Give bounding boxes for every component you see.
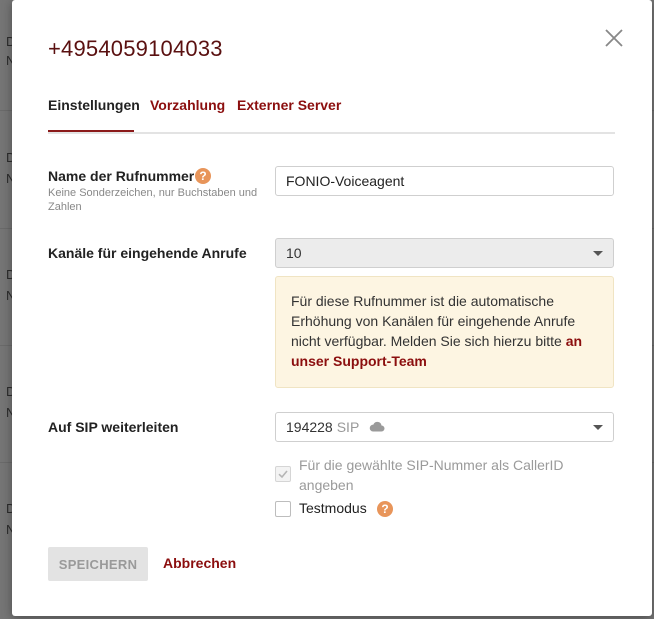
channels-label: Kanäle für eingehende Anrufe	[48, 245, 247, 261]
sip-label: Auf SIP weiterleiten	[48, 419, 179, 435]
chevron-down-icon	[593, 251, 603, 256]
callerid-label: Für die gewählte SIP-Nummer als CallerID…	[299, 457, 564, 493]
active-tab-indicator	[48, 130, 134, 132]
notice-text: Für diese Rufnummer ist die automatische…	[291, 293, 576, 349]
close-icon	[605, 29, 623, 47]
tab-vorzahlung[interactable]: Vorzahlung	[150, 97, 225, 113]
sip-number: 194228	[286, 419, 333, 435]
save-button[interactable]: SPEICHERN	[48, 547, 148, 581]
cloud-icon	[369, 422, 385, 432]
checkmark-icon	[278, 470, 288, 479]
sip-tag: SIP	[336, 419, 360, 435]
cancel-button[interactable]: Abbrechen	[163, 555, 236, 571]
tab-externer-server[interactable]: Externer Server	[237, 97, 341, 113]
channels-notice: Für diese Rufnummer ist die automatische…	[275, 276, 614, 388]
name-input[interactable]	[275, 166, 614, 196]
question-icon[interactable]: ?	[377, 501, 393, 517]
settings-tabs: Einstellungen Vorzahlung Externer Server	[48, 97, 615, 134]
sip-select[interactable]: 194228 SIP	[275, 412, 614, 442]
chevron-down-icon	[593, 425, 603, 430]
name-label: Name der Rufnummer	[48, 168, 195, 184]
channels-select[interactable]: 10	[275, 238, 614, 268]
testmode-label: Testmodus	[299, 500, 367, 516]
channels-value: 10	[286, 245, 302, 261]
tab-einstellungen[interactable]: Einstellungen	[48, 97, 140, 113]
testmode-checkbox[interactable]	[275, 501, 291, 517]
name-hint: Keine Sonderzeichen, nur Buchstaben und …	[48, 187, 258, 213]
question-icon[interactable]: ?	[195, 168, 211, 184]
callerid-checkbox[interactable]	[275, 466, 291, 482]
dialog-title: +4954059104033	[48, 36, 223, 61]
rufnummer-settings-dialog: +4954059104033 Einstellungen Vorzahlung …	[12, 0, 652, 616]
close-button[interactable]	[602, 26, 626, 50]
